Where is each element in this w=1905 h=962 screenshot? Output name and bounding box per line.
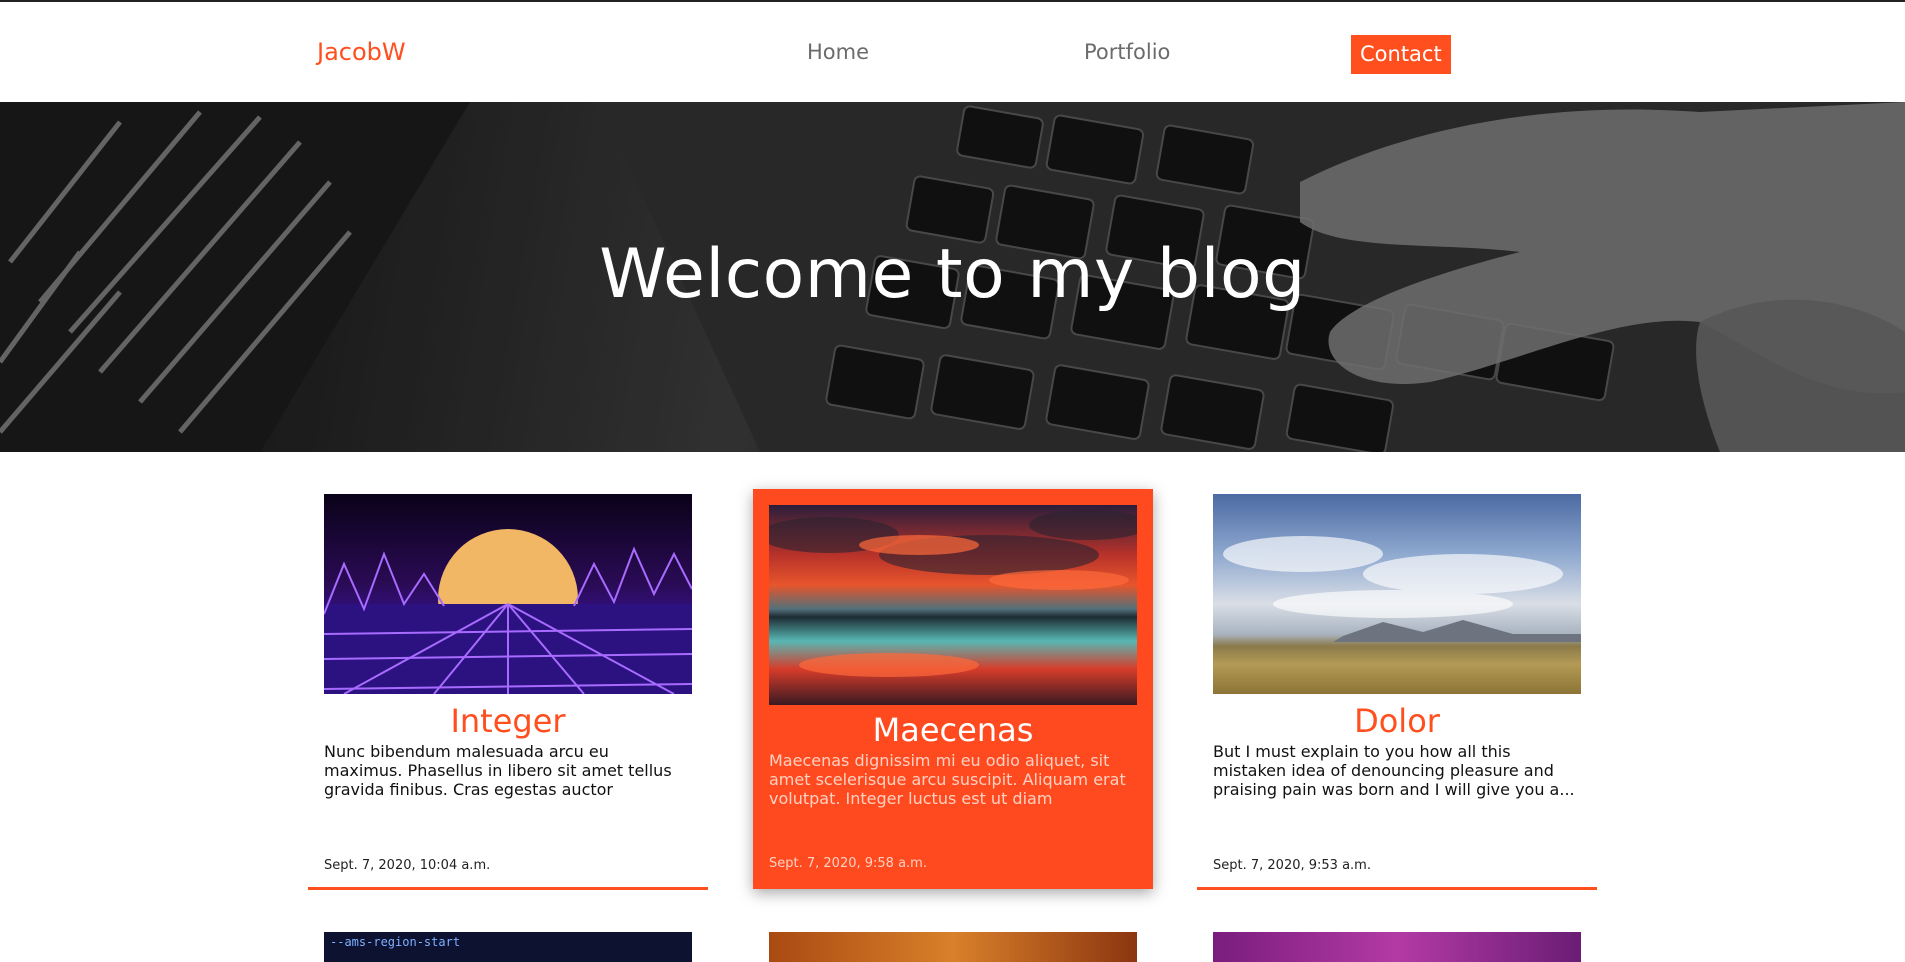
- post-excerpt: But I must explain to you how all this m…: [1213, 742, 1575, 799]
- nav-link-home[interactable]: Home: [807, 40, 869, 64]
- post-title[interactable]: Integer: [324, 702, 692, 740]
- post-image-synthwave[interactable]: [324, 494, 692, 694]
- post-image-wheat-field[interactable]: [1213, 494, 1581, 694]
- post-date: Sept. 7, 2020, 9:53 a.m.: [1213, 858, 1371, 873]
- post-title[interactable]: Maecenas: [769, 711, 1137, 749]
- post-excerpt: Maecenas dignissim mi eu odio aliquet, s…: [769, 751, 1126, 809]
- navbar: JacobW Home Portfolio Contact: [0, 2, 1905, 102]
- nav-contact-button[interactable]: Contact: [1351, 35, 1451, 74]
- svg-text:--ams-region-start: --ams-region-start: [330, 935, 460, 949]
- post-date: Sept. 7, 2020, 9:58 a.m.: [769, 856, 927, 871]
- post-image-orange-preview[interactable]: [769, 932, 1137, 962]
- post-date: Sept. 7, 2020, 10:04 a.m.: [324, 858, 491, 873]
- hero-title: Welcome to my blog: [599, 235, 1306, 314]
- post-image-code-preview[interactable]: --ams-region-start: [324, 932, 692, 962]
- post-card-dolor[interactable]: Dolor But I must explain to you how all …: [1197, 494, 1597, 890]
- post-excerpt: Nunc bibendum malesuada arcu eu maximus.…: [324, 742, 672, 800]
- post-title[interactable]: Dolor: [1213, 702, 1581, 740]
- post-image-purple-preview[interactable]: [1213, 932, 1581, 962]
- brand-logo-link[interactable]: JacobW: [317, 38, 406, 66]
- post-card-maecenas[interactable]: Maecenas Maecenas dignissim mi eu odio a…: [753, 489, 1153, 889]
- post-card-integer[interactable]: Integer Nunc bibendum malesuada arcu eu …: [308, 494, 708, 890]
- post-image-sunset-reflection[interactable]: [769, 505, 1137, 705]
- hero-banner: Welcome to my blog: [0, 102, 1905, 452]
- nav-link-portfolio[interactable]: Portfolio: [1084, 40, 1170, 64]
